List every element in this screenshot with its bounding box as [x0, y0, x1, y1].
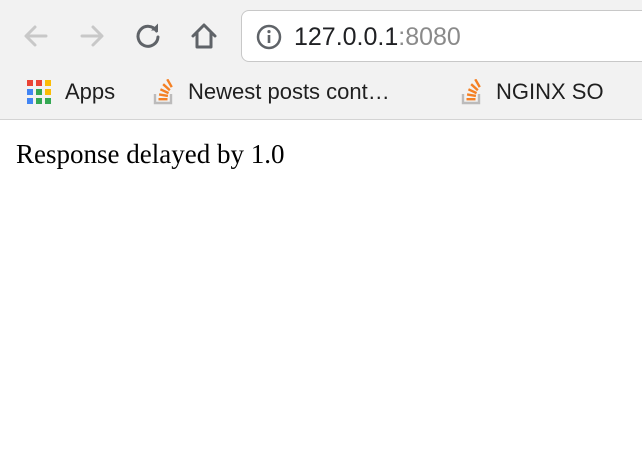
stackoverflow-icon	[461, 79, 481, 105]
url-host: 127.0.0.1	[294, 23, 399, 51]
forward-arrow-icon	[80, 25, 104, 47]
apps-grid-icon	[27, 80, 51, 104]
bookmark-label: Newest posts cont…	[188, 79, 390, 104]
url-port: :8080	[398, 23, 461, 51]
address-bar[interactable]: 127.0.0.1:8080	[241, 10, 642, 62]
stackoverflow-icon	[153, 79, 173, 105]
browser-toolbar: 127.0.0.1:8080 Apps Newest posts cont… N…	[0, 0, 642, 120]
bookmark-label: NGINX SO	[496, 79, 604, 104]
bookmark-apps[interactable]: Apps	[25, 76, 115, 108]
bookmark-nginx-so[interactable]: NGINX SO	[460, 76, 604, 108]
home-button[interactable]	[186, 18, 222, 54]
url-text: 127.0.0.1:8080	[294, 22, 461, 52]
home-icon	[191, 23, 217, 49]
reload-button[interactable]	[130, 18, 166, 54]
bookmarks-bar: Apps Newest posts cont… NGINX SO	[0, 72, 642, 112]
bookmark-label: Apps	[65, 79, 116, 104]
bookmark-newest-posts[interactable]: Newest posts cont…	[152, 76, 390, 108]
info-icon[interactable]	[256, 24, 282, 50]
reload-icon	[136, 23, 160, 48]
response-text: Response delayed by 1.0	[16, 139, 285, 169]
back-arrow-icon	[24, 25, 48, 47]
back-button[interactable]	[18, 18, 54, 54]
forward-button[interactable]	[74, 18, 110, 54]
